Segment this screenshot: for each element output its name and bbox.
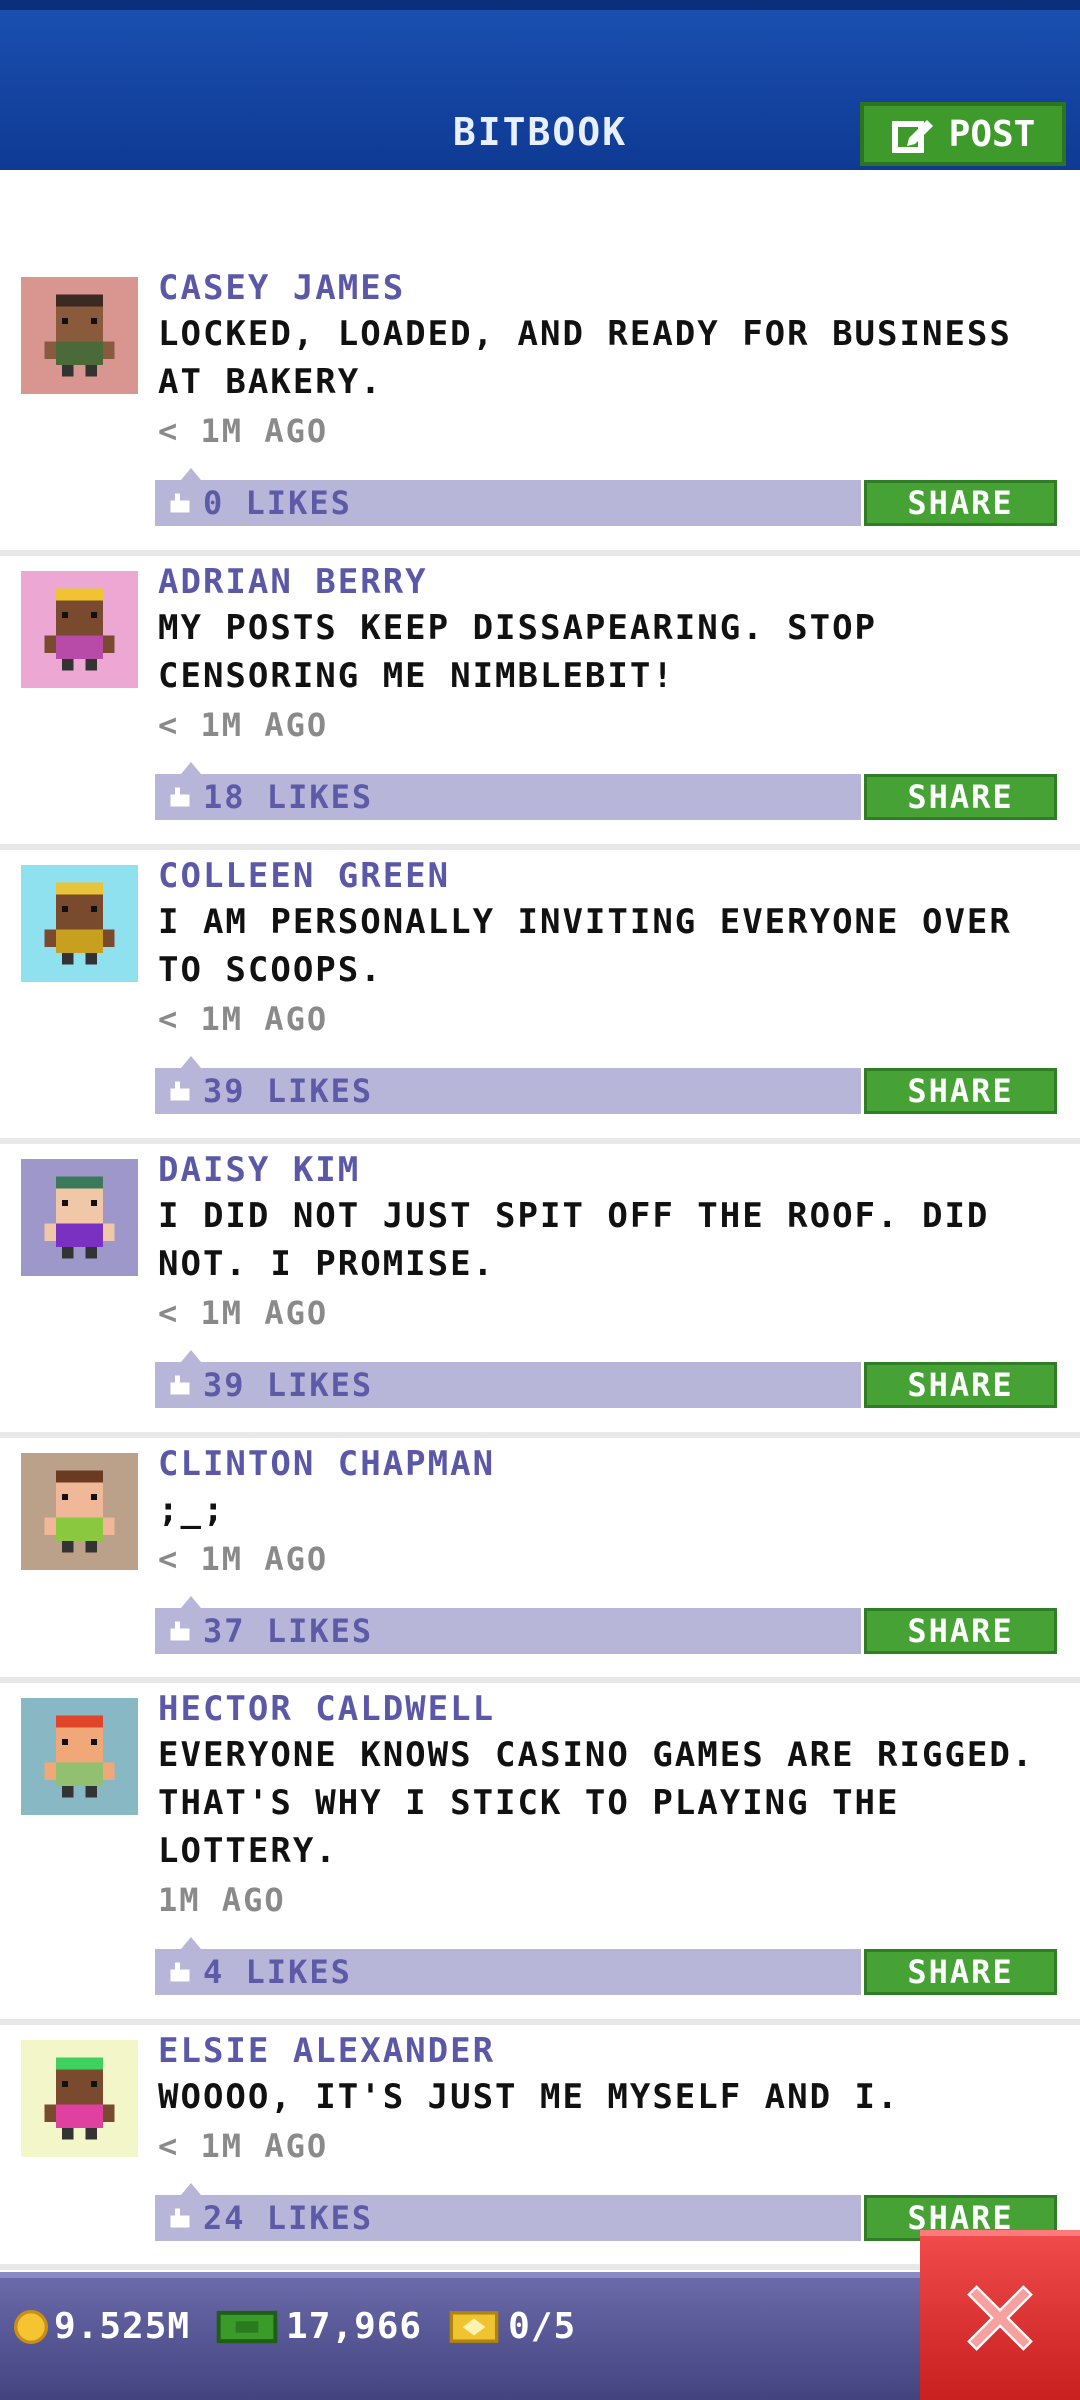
avatar [21,277,138,394]
ticket-icon [446,2310,502,2344]
feed-list: CASEY JAMES LOCKED, LOADED, AND READY FO… [0,262,1080,2270]
like-count: 37 LIKES [203,1612,374,1650]
like-bar[interactable]: 24 LIKES [155,2183,861,2241]
avatar [21,865,138,982]
thumbs-up-icon [167,1079,193,1103]
bux-icon [214,2310,280,2344]
close-icon [967,2285,1033,2351]
poster-name: COLLEEN GREEN [158,856,451,896]
post-message: LOCKED, LOADED, AND READY FOR BUSINESS A… [158,314,1012,402]
avatar [21,571,138,688]
coin-icon [14,2309,48,2344]
share-button[interactable]: SHARE [864,1362,1057,1408]
ticket-count: 0/5 [508,2306,577,2347]
like-bar[interactable]: 39 LIKES [155,1056,861,1114]
poster-name: CLINTON CHAPMAN [158,1444,496,1484]
avatar [21,2040,138,2157]
like-count: 39 LIKES [203,1072,374,1110]
like-count: 4 LIKES [203,1953,352,1991]
bux-count: 17,966 [286,2306,423,2347]
poster-name: DAISY KIM [158,1150,361,1190]
coin-count: 9.525M [54,2306,191,2347]
like-bar[interactable]: 4 LIKES [155,1937,861,1995]
thumbs-up-icon [167,785,193,809]
poster-name: HECTOR CALDWELL [158,1689,496,1729]
compose-icon [891,120,933,153]
post-time: < 1M AGO [158,1294,329,1332]
like-bar[interactable]: 37 LIKES [155,1596,861,1654]
header-bar: BITBOOK POST [0,0,1080,170]
post-message: MY POSTS KEEP DISSAPEARING. STOP CENSORI… [158,608,878,696]
post-time: < 1M AGO [158,706,329,744]
thumbs-up-icon [167,1960,193,1984]
share-button[interactable]: SHARE [864,1608,1057,1654]
like-bar[interactable]: 39 LIKES [155,1350,861,1408]
list-item: CASEY JAMES LOCKED, LOADED, AND READY FO… [0,262,1080,556]
like-count: 18 LIKES [203,778,374,816]
post-message: ;_; [158,1490,226,1530]
post-time: < 1M AGO [158,412,329,450]
avatar [21,1453,138,1570]
post-time: 1M AGO [158,1881,286,1919]
post-button[interactable]: POST [860,102,1066,166]
list-item: HECTOR CALDWELL EVERYONE KNOWS CASINO GA… [0,1683,1080,2025]
list-item: CLINTON CHAPMAN ;_; < 1M AGO 37 LIKES SH… [0,1438,1080,1683]
like-count: 39 LIKES [203,1366,374,1404]
list-item: ADRIAN BERRY MY POSTS KEEP DISSAPEARING.… [0,556,1080,850]
like-bar[interactable]: 0 LIKES [155,468,861,526]
thumbs-up-icon [167,1373,193,1397]
post-message: I AM PERSONALLY INVITING EVERYONE OVER T… [158,902,1012,990]
like-count: 0 LIKES [203,484,352,522]
share-button[interactable]: SHARE [864,480,1057,526]
list-item: ELSIE ALEXANDER WOOOO, IT'S JUST ME MYSE… [0,2025,1080,2270]
post-time: < 1M AGO [158,1540,329,1578]
list-item: COLLEEN GREEN I AM PERSONALLY INVITING E… [0,850,1080,1144]
poster-name: CASEY JAMES [158,268,406,308]
poster-name: ADRIAN BERRY [158,562,428,602]
post-message: I DID NOT JUST SPIT OFF THE ROOF. DID NO… [158,1196,990,1284]
post-time: < 1M AGO [158,2127,329,2165]
post-time: < 1M AGO [158,1000,329,1038]
poster-name: ELSIE ALEXANDER [158,2031,496,2071]
like-bar[interactable]: 18 LIKES [155,762,861,820]
close-button[interactable] [920,2230,1080,2400]
share-button[interactable]: SHARE [864,1949,1057,1995]
status-bar: 9.525M 17,966 0/5 [0,2272,1080,2400]
share-button[interactable]: SHARE [864,1068,1057,1114]
thumbs-up-icon [167,491,193,515]
thumbs-up-icon [167,1619,193,1643]
post-message: WOOOO, IT'S JUST ME MYSELF AND I. [158,2077,900,2117]
post-message: EVERYONE KNOWS CASINO GAMES ARE RIGGED. … [158,1735,1035,1871]
list-item: DAISY KIM I DID NOT JUST SPIT OFF THE RO… [0,1144,1080,1438]
post-button-label: POST [948,113,1036,155]
thumbs-up-icon [167,2206,193,2230]
share-button[interactable]: SHARE [864,774,1057,820]
avatar [21,1159,138,1276]
avatar [21,1698,138,1815]
like-count: 24 LIKES [203,2199,374,2237]
